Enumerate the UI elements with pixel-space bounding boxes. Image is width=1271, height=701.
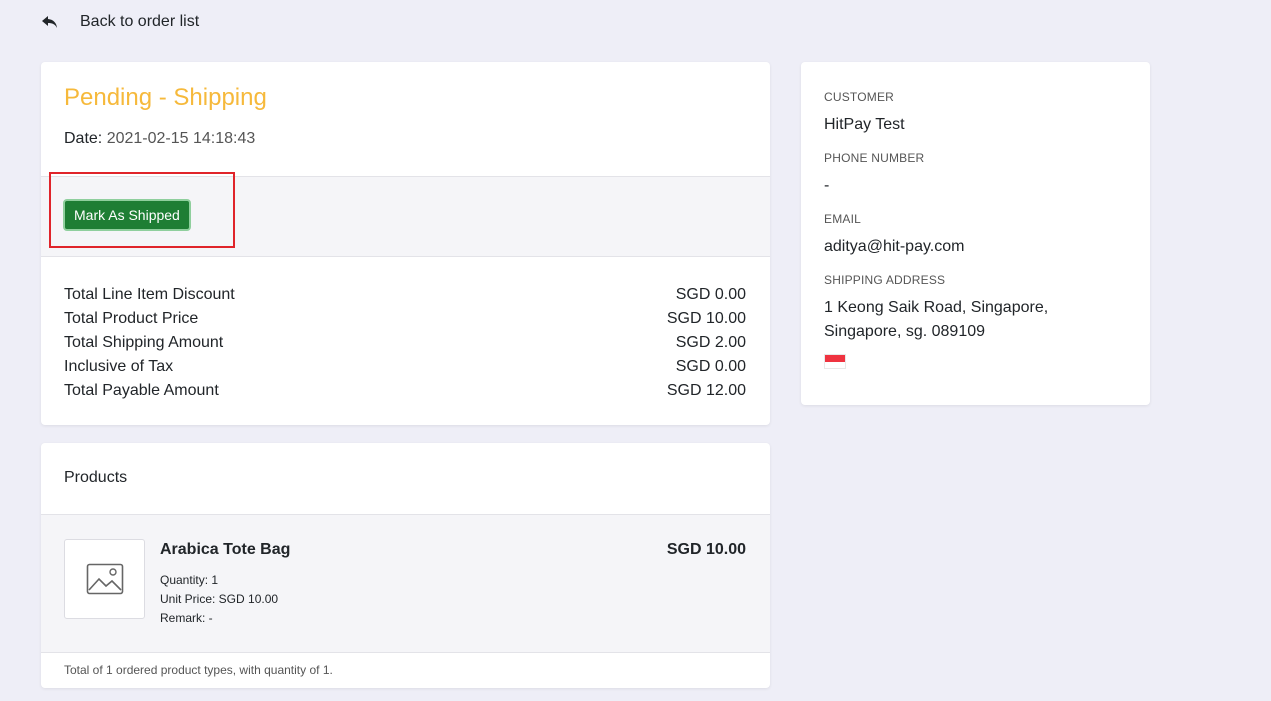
order-totals: Total Line Item Discount SGD 0.00 Total … [41, 257, 770, 403]
product-thumbnail [64, 539, 145, 619]
product-name: Arabica Tote Bag [160, 541, 291, 558]
totals-label: Total Payable Amount [64, 382, 219, 399]
order-date-label: Date: [64, 130, 103, 147]
totals-row: Total Payable Amount SGD 12.00 [64, 379, 746, 403]
totals-value: SGD 2.00 [675, 334, 746, 351]
customer-label: CUSTOMER [824, 90, 895, 104]
totals-row: Total Shipping Amount SGD 2.00 [64, 331, 746, 355]
product-meta: Quantity: 1 Unit Price: SGD 10.00 Remark… [160, 571, 290, 628]
phone-value: - [824, 177, 830, 194]
product-quantity: Quantity: 1 [160, 573, 219, 587]
totals-label: Total Product Price [64, 310, 199, 327]
totals-label: Total Shipping Amount [64, 334, 224, 351]
totals-value: SGD 10.00 [666, 310, 746, 327]
order-status: Pending - Shipping [64, 84, 267, 111]
totals-value: SGD 12.00 [666, 382, 746, 399]
back-link-label: Back to order list [80, 13, 200, 30]
order-date: Date: 2021-02-15 14:18:43 [64, 130, 747, 148]
customer-name: HitPay Test [824, 116, 905, 133]
email-label: EMAIL [824, 212, 862, 226]
shipping-address-label: SHIPPING ADDRESS [824, 273, 946, 287]
totals-row: Total Product Price SGD 10.00 [64, 307, 746, 331]
totals-value: SGD 0.00 [675, 358, 746, 375]
product-remark: Remark: - [160, 611, 213, 625]
totals-label: Total Line Item Discount [64, 286, 235, 303]
back-arrow-icon [42, 16, 57, 28]
mark-as-shipped-button[interactable]: Mark As Shipped [63, 199, 191, 231]
back-to-order-list-link[interactable]: Back to order list [40, 12, 199, 32]
totals-value: SGD 0.00 [675, 286, 746, 303]
customer-details: CUSTOMER HitPay Test PHONE NUMBER - EMAI… [801, 62, 1150, 397]
totals-row: Inclusive of Tax SGD 0.00 [64, 355, 746, 379]
order-header: Pending - Shipping Date: 2021-02-15 14:1… [41, 62, 770, 177]
order-date-value: 2021-02-15 14:18:43 [106, 130, 256, 147]
product-info: Arabica Tote Bag Quantity: 1 Unit Price:… [160, 541, 290, 628]
order-action-bar: Mark As Shipped [41, 172, 770, 257]
shipping-address-value: 1 Keong Saik Road, Singapore, Singapore,… [824, 299, 1049, 340]
product-item: Arabica Tote Bag Quantity: 1 Unit Price:… [41, 515, 770, 653]
order-summary-card: Pending - Shipping Date: 2021-02-15 14:1… [41, 62, 770, 425]
product-unit-price: Unit Price: SGD 10.00 [160, 592, 279, 606]
email-value: aditya@hit-pay.com [824, 238, 965, 255]
totals-row: Total Line Item Discount SGD 0.00 [64, 283, 746, 307]
product-price: SGD 10.00 [666, 541, 746, 558]
customer-card: CUSTOMER HitPay Test PHONE NUMBER - EMAI… [801, 62, 1150, 405]
phone-label: PHONE NUMBER [824, 151, 925, 165]
products-heading: Products [41, 443, 770, 515]
totals-label: Inclusive of Tax [64, 358, 174, 375]
image-placeholder-icon [86, 563, 123, 595]
singapore-flag-icon [824, 354, 846, 369]
products-footer: Total of 1 ordered product types, with q… [64, 663, 333, 677]
products-card: Products Arabica Tote Bag Quantity: 1 Un… [41, 443, 770, 688]
